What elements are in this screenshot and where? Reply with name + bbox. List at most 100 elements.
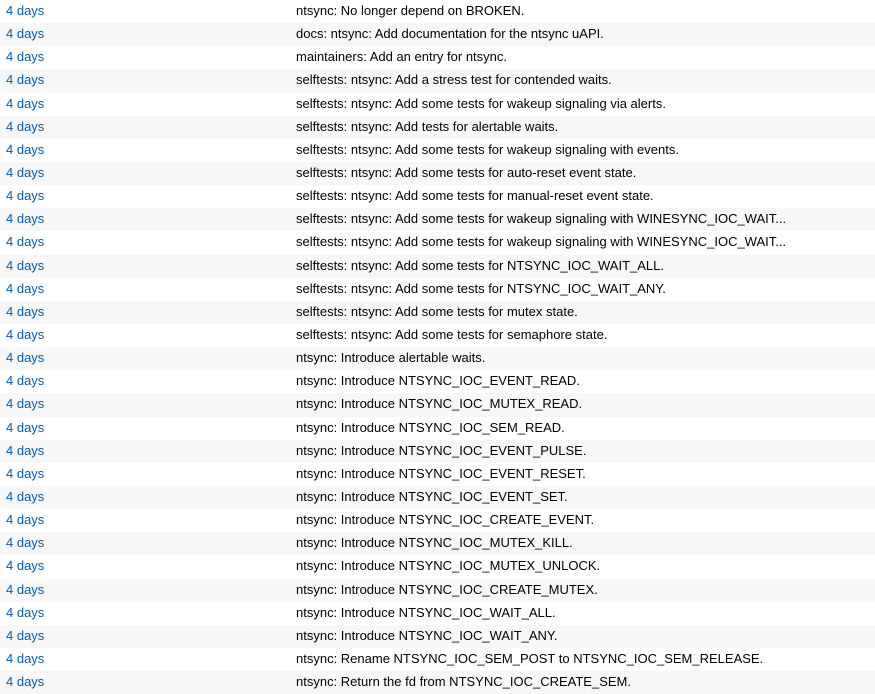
commit-message-link[interactable]: ntsync: Introduce NTSYNC_IOC_CREATE_EVEN… [296, 512, 594, 527]
commit-age-cell: 4 days [0, 625, 290, 648]
commit-age-link[interactable]: 4 days [6, 49, 44, 64]
commit-age-link[interactable]: 4 days [6, 466, 44, 481]
commit-age-link[interactable]: 4 days [6, 651, 44, 666]
commit-row: 4 days ntsync: Introduce NTSYNC_IOC_MUTEX… [0, 555, 875, 578]
commit-age-link[interactable]: 4 days [6, 512, 44, 527]
commit-age-cell: 4 days [0, 440, 290, 463]
commit-message-cell: ntsync: Introduce NTSYNC_IOC_MUTEX_UNLOC… [290, 555, 875, 578]
commit-age-cell: 4 days [0, 417, 290, 440]
commit-row: 4 days docs: ntsync: Add documentation fo… [0, 23, 875, 46]
commit-age-cell: 4 days [0, 463, 290, 486]
commit-age-link[interactable]: 4 days [6, 558, 44, 573]
commit-message-link[interactable]: maintainers: Add an entry for ntsync. [296, 49, 507, 64]
commit-message-cell: ntsync: Introduce NTSYNC_IOC_WAIT_ANY. [290, 625, 875, 648]
commit-message-link[interactable]: selftests: ntsync: Add some tests for wa… [296, 234, 786, 249]
commit-message-link[interactable]: ntsync: Introduce alertable waits. [296, 350, 485, 365]
commit-age-link[interactable]: 4 days [6, 373, 44, 388]
commit-age-link[interactable]: 4 days [6, 96, 44, 111]
commit-row: 4 days ntsync: Rename NTSYNC_IOC_SEM_POST… [0, 648, 875, 671]
commit-row: 4 days selftests: ntsync: Add some tests … [0, 162, 875, 185]
commit-age-link[interactable]: 4 days [6, 396, 44, 411]
commit-message-link[interactable]: docs: ntsync: Add documentation for the … [296, 26, 604, 41]
commit-row: 4 days selftests: ntsync: Add some tests … [0, 324, 875, 347]
commit-message-cell: selftests: ntsync: Add some tests for wa… [290, 208, 875, 231]
commit-message-link[interactable]: selftests: ntsync: Add tests for alertab… [296, 119, 558, 134]
commit-message-link[interactable]: ntsync: Introduce NTSYNC_IOC_MUTEX_UNLOC… [296, 558, 600, 573]
commit-message-link[interactable]: selftests: ntsync: Add some tests for ma… [296, 188, 654, 203]
commit-message-link[interactable]: selftests: ntsync: Add some tests for NT… [296, 258, 664, 273]
commit-age-link[interactable]: 4 days [6, 489, 44, 504]
commit-age-cell: 4 days [0, 116, 290, 139]
commit-age-link[interactable]: 4 days [6, 304, 44, 319]
commit-row: 4 days ntsync: Introduce NTSYNC_IOC_SEM_R… [0, 417, 875, 440]
commit-message-link[interactable]: selftests: ntsync: Add some tests for wa… [296, 142, 679, 157]
commit-message-link[interactable]: selftests: ntsync: Add a stress test for… [296, 72, 612, 87]
commit-message-link[interactable]: ntsync: Introduce NTSYNC_IOC_EVENT_SET. [296, 489, 568, 504]
commit-message-link[interactable]: ntsync: No longer depend on BROKEN. [296, 3, 524, 18]
commit-message-link[interactable]: selftests: ntsync: Add some tests for NT… [296, 281, 666, 296]
commit-row: 4 days ntsync: Introduce NTSYNC_IOC_CREAT… [0, 579, 875, 602]
commit-age-link[interactable]: 4 days [6, 535, 44, 550]
commit-message-cell: ntsync: Introduce NTSYNC_IOC_SEM_READ. [290, 417, 875, 440]
commit-age-cell: 4 days [0, 185, 290, 208]
commit-message-link[interactable]: ntsync: Introduce NTSYNC_IOC_CREATE_MUTE… [296, 582, 598, 597]
commit-age-link[interactable]: 4 days [6, 3, 44, 18]
commit-age-link[interactable]: 4 days [6, 443, 44, 458]
commit-message-link[interactable]: ntsync: Introduce NTSYNC_IOC_MUTEX_KILL. [296, 535, 573, 550]
commit-age-link[interactable]: 4 days [6, 628, 44, 643]
commit-age-cell: 4 days [0, 579, 290, 602]
commit-message-link[interactable]: ntsync: Introduce NTSYNC_IOC_WAIT_ANY. [296, 628, 558, 643]
commit-age-link[interactable]: 4 days [6, 582, 44, 597]
commit-row: 4 days ntsync: No longer depend on BROKEN… [0, 0, 875, 23]
commit-age-cell: 4 days [0, 671, 290, 694]
commit-message-cell: ntsync: Introduce alertable waits. [290, 347, 875, 370]
commit-age-link[interactable]: 4 days [6, 420, 44, 435]
commit-age-link[interactable]: 4 days [6, 72, 44, 87]
commit-message-cell: selftests: ntsync: Add some tests for wa… [290, 231, 875, 254]
commit-message-link[interactable]: ntsync: Rename NTSYNC_IOC_SEM_POST to NT… [296, 651, 763, 666]
commit-message-cell: selftests: ntsync: Add some tests for NT… [290, 255, 875, 278]
commit-age-link[interactable]: 4 days [6, 258, 44, 273]
commit-message-link[interactable]: ntsync: Introduce NTSYNC_IOC_WAIT_ALL. [296, 605, 556, 620]
commit-age-link[interactable]: 4 days [6, 142, 44, 157]
commit-age-link[interactable]: 4 days [6, 605, 44, 620]
commit-age-link[interactable]: 4 days [6, 327, 44, 342]
commit-row: 4 days ntsync: Introduce NTSYNC_IOC_EVENT… [0, 486, 875, 509]
commit-message-link[interactable]: ntsync: Introduce NTSYNC_IOC_MUTEX_READ. [296, 396, 582, 411]
commit-message-link[interactable]: selftests: ntsync: Add some tests for wa… [296, 211, 786, 226]
commit-message-link[interactable]: ntsync: Introduce NTSYNC_IOC_EVENT_PULSE… [296, 443, 586, 458]
commit-row: 4 days ntsync: Introduce NTSYNC_IOC_EVENT… [0, 370, 875, 393]
commit-age-link[interactable]: 4 days [6, 26, 44, 41]
commit-message-link[interactable]: ntsync: Introduce NTSYNC_IOC_EVENT_RESET… [296, 466, 586, 481]
commit-age-link[interactable]: 4 days [6, 281, 44, 296]
commit-age-cell: 4 days [0, 347, 290, 370]
commit-row: 4 days ntsync: Introduce NTSYNC_IOC_EVENT… [0, 440, 875, 463]
commit-age-link[interactable]: 4 days [6, 211, 44, 226]
commit-age-link[interactable]: 4 days [6, 188, 44, 203]
commit-message-cell: ntsync: Introduce NTSYNC_IOC_MUTEX_KILL. [290, 532, 875, 555]
commit-row: 4 days ntsync: Introduce NTSYNC_IOC_MUTEX… [0, 393, 875, 416]
commit-age-link[interactable]: 4 days [6, 234, 44, 249]
commit-age-link[interactable]: 4 days [6, 119, 44, 134]
commit-message-link[interactable]: ntsync: Introduce NTSYNC_IOC_EVENT_READ. [296, 373, 580, 388]
commit-message-cell: ntsync: Introduce NTSYNC_IOC_MUTEX_READ. [290, 393, 875, 416]
commit-message-link[interactable]: selftests: ntsync: Add some tests for au… [296, 165, 636, 180]
commit-message-cell: selftests: ntsync: Add some tests for mu… [290, 301, 875, 324]
commit-message-link[interactable]: ntsync: Introduce NTSYNC_IOC_SEM_READ. [296, 420, 565, 435]
commit-message-link[interactable]: ntsync: Return the fd from NTSYNC_IOC_CR… [296, 674, 631, 689]
commit-message-link[interactable]: selftests: ntsync: Add some tests for mu… [296, 304, 578, 319]
commit-message-cell: ntsync: Introduce NTSYNC_IOC_EVENT_READ. [290, 370, 875, 393]
commit-age-link[interactable]: 4 days [6, 165, 44, 180]
commit-message-link[interactable]: selftests: ntsync: Add some tests for wa… [296, 96, 666, 111]
commit-row: 4 days selftests: ntsync: Add some tests … [0, 208, 875, 231]
commit-message-cell: selftests: ntsync: Add some tests for wa… [290, 93, 875, 116]
commit-age-cell: 4 days [0, 532, 290, 555]
commit-message-cell: ntsync: Introduce NTSYNC_IOC_EVENT_PULSE… [290, 440, 875, 463]
commit-message-cell: selftests: ntsync: Add a stress test for… [290, 69, 875, 92]
commit-message-link[interactable]: selftests: ntsync: Add some tests for se… [296, 327, 607, 342]
commit-message-cell: maintainers: Add an entry for ntsync. [290, 46, 875, 69]
commit-age-link[interactable]: 4 days [6, 674, 44, 689]
commit-age-link[interactable]: 4 days [6, 350, 44, 365]
commit-message-cell: ntsync: Introduce NTSYNC_IOC_EVENT_SET. [290, 486, 875, 509]
commit-age-cell: 4 days [0, 324, 290, 347]
